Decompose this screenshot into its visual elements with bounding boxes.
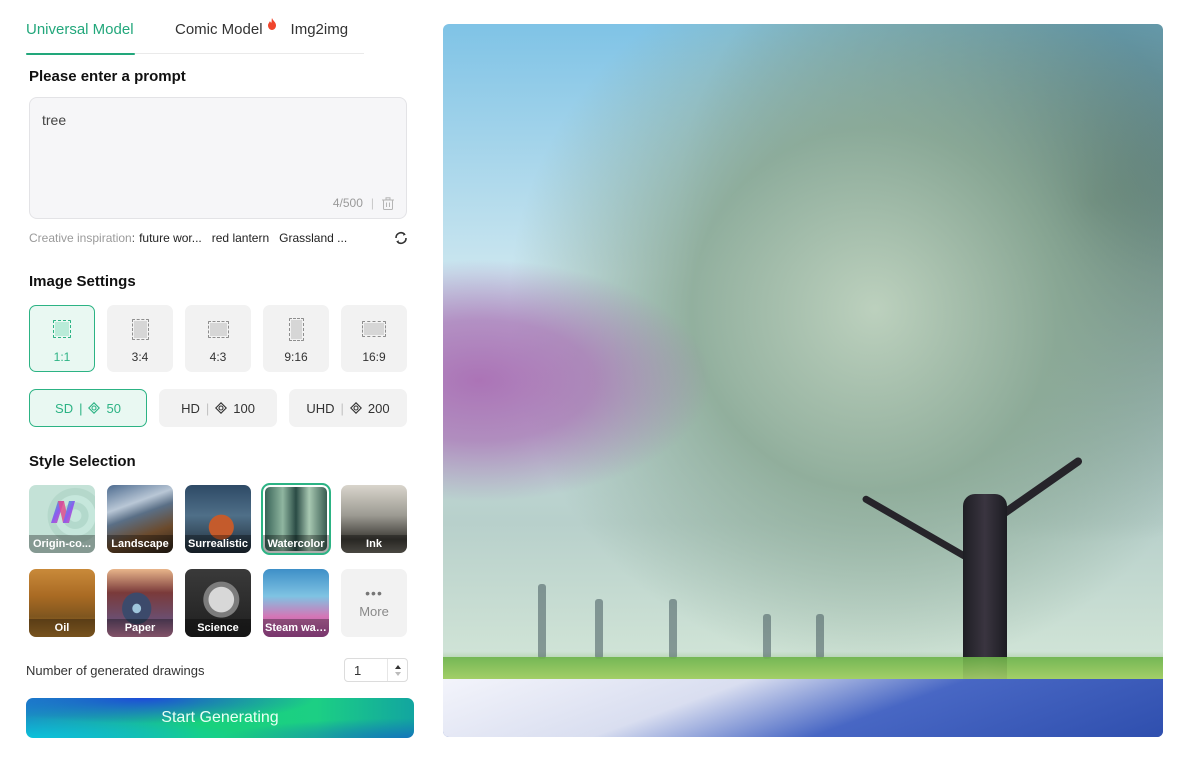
quality-label: UHD <box>306 400 335 416</box>
inspiration-chip[interactable]: red lantern <box>212 231 269 245</box>
more-label: More <box>359 603 389 619</box>
ratio-label: 16:9 <box>362 350 386 364</box>
tab-label: Comic Model <box>175 21 263 38</box>
prompt-heading: Please enter a prompt <box>29 68 186 85</box>
style-label: Watercolor <box>263 535 329 553</box>
style-selection-heading: Style Selection <box>29 453 136 470</box>
drawing-count-row: Number of generated drawings <box>26 658 408 682</box>
quality-label: HD <box>181 400 200 416</box>
refresh-icon[interactable] <box>393 230 409 246</box>
tab-label: Universal Model <box>26 21 134 38</box>
creative-inspiration: Creative inspiration : future wor... red… <box>29 231 409 245</box>
credit-icon <box>349 402 362 414</box>
drawing-count-label: Number of generated drawings <box>26 662 205 678</box>
style-label: Steam wave <box>263 619 329 637</box>
generated-image[interactable] <box>443 24 1163 737</box>
divider: | <box>340 400 344 416</box>
style-ink[interactable]: Ink <box>341 485 407 553</box>
tab-label: Img2img <box>290 21 349 38</box>
ratio-1-1[interactable]: 1:1 <box>29 305 95 372</box>
path <box>443 679 1163 737</box>
style-science[interactable]: Science <box>185 569 251 637</box>
divider: | <box>205 400 210 416</box>
ratio-label: 3:4 <box>131 350 149 364</box>
divider: | <box>370 196 374 210</box>
style-label: Origin-co... <box>29 535 95 553</box>
quality-cost: 50 <box>106 400 121 416</box>
tab-universal-model[interactable]: Universal Model <box>26 14 135 55</box>
drawing-count-stepper[interactable] <box>344 658 408 682</box>
background-tree <box>595 599 603 659</box>
quality-uhd[interactable]: UHD | 200 <box>289 389 407 427</box>
generation-panel: Universal Model Comic Model Img2img Plea… <box>0 0 430 764</box>
style-grid: Origin-co... Landscape Surrealistic Wate… <box>29 483 409 637</box>
prompt-input[interactable]: tree 4/500 | <box>29 97 407 219</box>
increment-icon[interactable] <box>394 664 401 669</box>
quality-cost: 200 <box>367 400 390 416</box>
landscape-ratio-icon <box>207 320 229 338</box>
quality-label: SD <box>55 400 74 416</box>
style-steam-wave[interactable]: Steam wave <box>263 569 329 637</box>
style-label: Paper <box>107 619 173 637</box>
decrement-icon[interactable] <box>394 671 401 676</box>
style-landscape[interactable]: Landscape <box>107 485 173 553</box>
drawing-count-input[interactable] <box>345 659 387 681</box>
background-tree <box>816 614 824 659</box>
portrait-ratio-icon <box>131 318 149 340</box>
ratio-label: 1:1 <box>53 350 71 364</box>
trash-icon[interactable] <box>382 196 394 210</box>
background-tree <box>669 599 677 659</box>
model-tabs: Universal Model Comic Model Img2img <box>26 14 364 55</box>
inspiration-chip[interactable]: future wor... <box>139 231 202 245</box>
tall-ratio-icon <box>288 317 304 341</box>
ratio-3-4[interactable]: 3:4 <box>107 305 173 372</box>
quality-sd[interactable]: SD | 50 <box>29 389 147 427</box>
stepper-arrows <box>387 659 407 681</box>
tab-img2img[interactable]: Img2img <box>291 14 349 54</box>
credit-icon <box>215 402 228 414</box>
ratio-label: 9:16 <box>284 350 308 364</box>
more-dots-icon: ••• <box>365 584 383 601</box>
aspect-ratio-options: 1:1 3:4 4:3 9:16 16:9 <box>29 305 407 372</box>
ratio-9-16[interactable]: 9:16 <box>263 305 329 372</box>
origin-logo-icon <box>51 501 75 523</box>
quality-cost: 100 <box>233 400 255 416</box>
prompt-footer: 4/500 | <box>333 196 394 210</box>
quality-options: SD | 50 HD | 100 UHD | 200 <box>29 389 407 427</box>
style-label: Science <box>185 619 251 637</box>
style-paper[interactable]: Paper <box>107 569 173 637</box>
style-oil[interactable]: Oil <box>29 569 95 637</box>
fire-icon <box>267 18 276 30</box>
style-label: Oil <box>29 619 95 637</box>
image-settings-heading: Image Settings <box>29 273 136 290</box>
wide-ratio-icon <box>362 321 386 337</box>
tab-comic-model[interactable]: Comic Model <box>175 14 276 54</box>
inspiration-colon: : <box>131 231 136 245</box>
grass <box>443 657 1163 679</box>
style-surrealistic[interactable]: Surrealistic <box>185 485 251 553</box>
style-label: Landscape <box>107 535 173 553</box>
style-label: Surrealistic <box>185 535 251 553</box>
more-styles-button[interactable]: ••• More <box>341 569 407 637</box>
credit-icon <box>88 402 101 414</box>
ratio-16-9[interactable]: 16:9 <box>341 305 407 372</box>
square-ratio-icon <box>53 320 71 338</box>
background-tree <box>763 614 771 659</box>
background-tree <box>538 584 546 659</box>
ratio-4-3[interactable]: 4:3 <box>185 305 251 372</box>
tree-branch <box>861 494 969 561</box>
style-label: Ink <box>341 535 407 553</box>
ratio-label: 4:3 <box>209 350 227 364</box>
inspiration-chip[interactable]: Grassland ... <box>279 231 347 245</box>
inspiration-label: Creative inspiration <box>29 231 132 245</box>
prompt-text[interactable]: tree <box>42 112 66 128</box>
style-origin[interactable]: Origin-co... <box>29 485 95 553</box>
style-watercolor[interactable]: Watercolor <box>261 483 331 555</box>
divider: | <box>79 400 83 416</box>
start-generating-button[interactable]: Start Generating <box>26 698 414 738</box>
char-count: 4/500 <box>332 196 363 210</box>
quality-hd[interactable]: HD | 100 <box>159 389 277 427</box>
